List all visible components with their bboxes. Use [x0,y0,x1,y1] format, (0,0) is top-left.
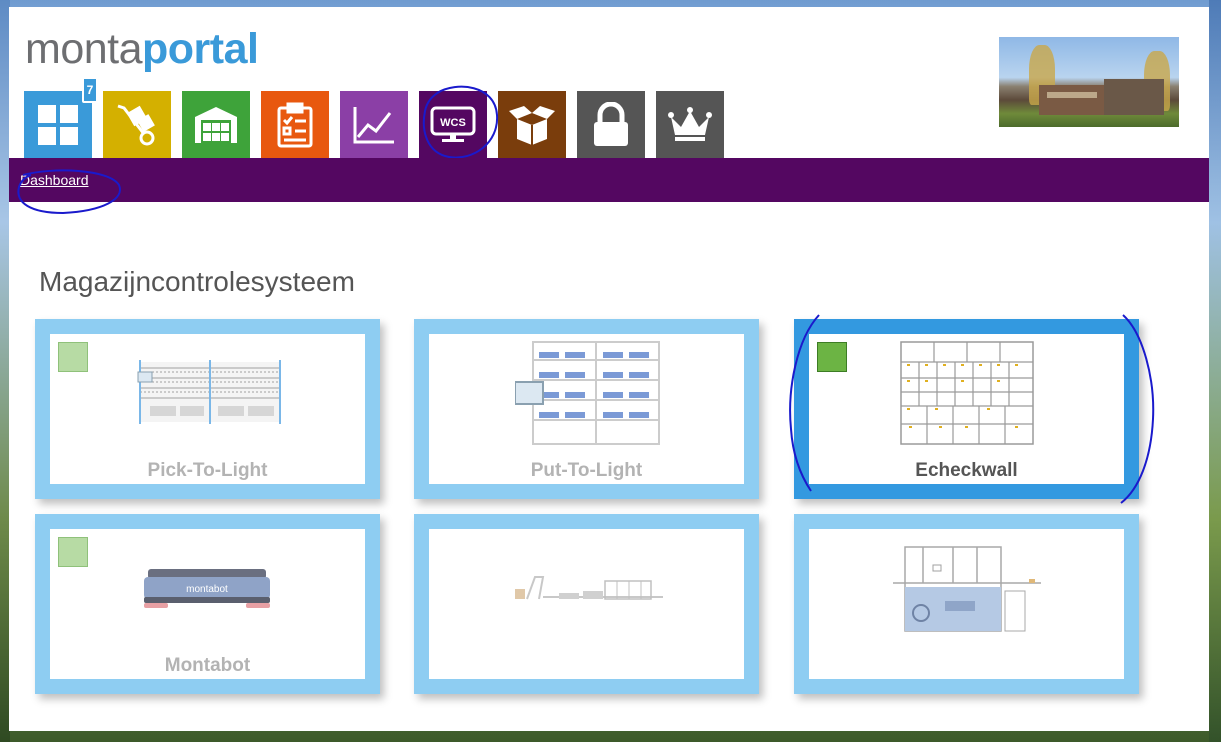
card-body: Put-To-Light [429,334,744,484]
nav-tile-warehouse[interactable] [182,91,250,158]
lock-icon [591,101,631,148]
crown-icon [667,106,713,143]
card-body: Pick-To-Light [50,334,365,484]
background-right [1209,0,1221,742]
conveyor-line-illustration [515,576,663,600]
put-to-light-wall-illustration [515,341,660,445]
card-pick-to-light[interactable]: Pick-To-Light [35,319,380,499]
building-photo [999,37,1179,127]
montabot-robot-text: montabot [186,584,228,595]
portal-panel: montaportal 7 WCS Dashboard Magazijncont… [9,7,1209,731]
nav-tile-admin[interactable] [656,91,724,158]
card-label: Put-To-Light [530,460,643,481]
breadcrumb-dashboard-link[interactable]: Dashboard [20,172,89,188]
nav-tile-security[interactable] [577,91,645,158]
svg-text:WCS: WCS [440,117,466,129]
card-label: Montabot [164,655,251,676]
module-nav: 7 WCS [24,77,735,158]
wcs-monitor-icon: WCS [429,105,477,145]
card-conveyor-line[interactable] [414,514,759,694]
nav-tile-shipping[interactable] [498,91,566,158]
logo-bold-text: portal [142,25,259,73]
montabot-robot-illustration: montabot [144,569,270,608]
breadcrumb: Dashboard [9,158,1209,202]
card-echeckwall[interactable]: Echeckwall [794,319,1139,499]
card-montabot[interactable]: montabot Montabot [35,514,380,694]
open-box-icon [507,103,557,147]
card-body: Echeckwall [809,334,1124,484]
nav-tile-orders[interactable] [261,91,329,158]
packing-machine-illustration [893,546,1041,632]
clipboard-checklist-icon [277,102,313,148]
card-put-to-light[interactable]: Put-To-Light [414,319,759,499]
nav-tile-dashboard[interactable]: 7 [24,77,98,158]
hand-truck-icon [114,102,160,148]
status-indicator [58,342,88,372]
nav-tile-reports[interactable] [340,91,408,158]
montaportal-logo[interactable]: montaportal [25,25,259,73]
nav-tile-wcs[interactable]: WCS [419,91,487,158]
card-body [429,529,744,679]
status-indicator [58,537,88,567]
card-packing-machine[interactable] [794,514,1139,694]
page-title: Magazijncontrolesysteem [39,266,355,297]
card-label: Echeckwall [915,460,1018,481]
dashboard-grid-icon [37,104,79,146]
pick-to-light-rack-illustration [137,360,281,424]
logo-light-text: monta [25,25,143,73]
card-label: Pick-To-Light [147,460,268,481]
warehouse-icon [193,105,239,145]
status-indicator [817,342,847,372]
nav-tile-inbound[interactable] [103,91,171,158]
notification-badge: 7 [82,77,98,103]
card-body: montabot Montabot [50,529,365,679]
card-body [809,529,1124,679]
echeckwall-grid-illustration [900,341,1034,445]
line-chart-icon [352,105,396,145]
